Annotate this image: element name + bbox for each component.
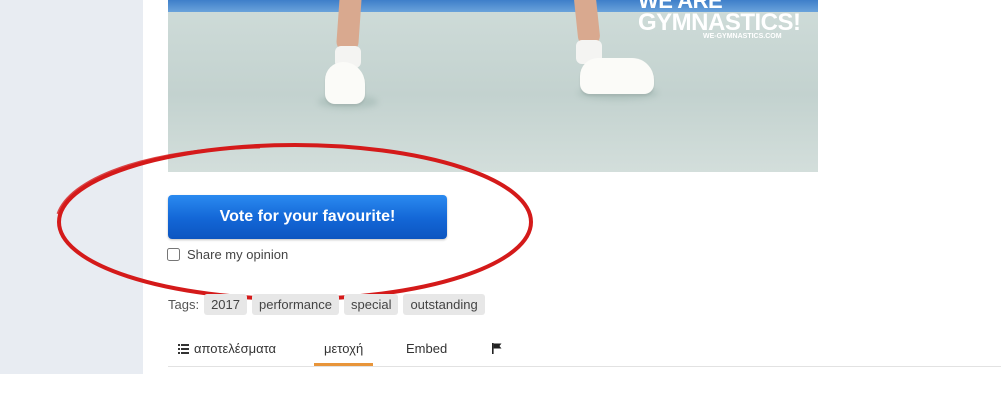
tab-participation-label: μετοχή [324,341,364,356]
vote-button[interactable]: Vote for your favourite! [168,195,447,239]
left-sidebar-background [0,0,143,374]
logo-text-line3: WE-GYMNASTICS.COM [703,33,782,40]
gymnastics-photo: WE ARE GYMNASTICS! WE-GYMNASTICS.COM [168,0,818,172]
tag-item[interactable]: special [343,293,399,315]
tab-embed[interactable]: Embed [406,332,447,365]
tabs-bar: αποτελέσματα μετοχή Embed [168,332,1001,367]
flag-icon [492,343,502,354]
tags-label: Tags: [168,296,200,312]
tags-row: Tags: 2017 performance special outstandi… [168,292,485,316]
tab-participation[interactable]: μετοχή [314,332,374,366]
tab-results-label: αποτελέσματα [194,341,277,356]
tab-report[interactable] [492,332,502,365]
share-opinion-label: Share my opinion [187,246,289,262]
tab-results[interactable]: αποτελέσματα [178,332,276,365]
right-shoe [580,58,654,94]
list-icon [178,343,189,354]
tag-item[interactable]: outstanding [403,293,485,315]
left-shoe [325,62,365,104]
tag-item[interactable]: 2017 [204,293,247,315]
left-leg [335,0,363,53]
tab-embed-label: Embed [406,341,448,356]
share-opinion-checkbox[interactable] [167,247,180,261]
share-opinion-row[interactable]: Share my opinion [167,245,288,263]
tag-item[interactable]: performance [252,293,339,315]
